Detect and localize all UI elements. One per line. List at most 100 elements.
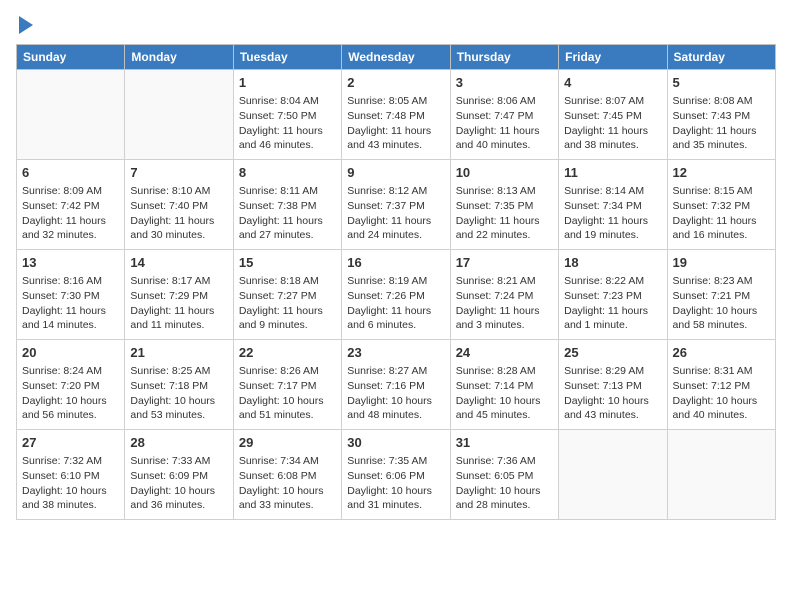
day-number: 26 [673,344,770,362]
calendar-week-4: 20Sunrise: 8:24 AMSunset: 7:20 PMDayligh… [17,340,776,430]
cell-info: Sunset: 6:09 PM [130,469,227,484]
cell-info: Sunrise: 8:23 AM [673,274,770,289]
cell-info: Daylight: 11 hours and 22 minutes. [456,214,553,243]
day-number: 2 [347,74,444,92]
day-number: 5 [673,74,770,92]
cell-info: Sunrise: 8:14 AM [564,184,661,199]
day-number: 12 [673,164,770,182]
calendar-cell: 8 Sunrise: 8:11 AMSunset: 7:38 PMDaylight… [233,160,341,250]
cell-info: Sunrise: 8:04 AM [239,94,336,109]
calendar-cell: 17Sunrise: 8:21 AMSunset: 7:24 PMDayligh… [450,250,558,340]
day-number: 19 [673,254,770,272]
cell-info: Daylight: 11 hours and 27 minutes. [239,214,336,243]
cell-info: Daylight: 11 hours and 30 minutes. [130,214,227,243]
cell-info: Daylight: 11 hours and 1 minute. [564,304,661,333]
calendar-cell: 14Sunrise: 8:17 AMSunset: 7:29 PMDayligh… [125,250,233,340]
cell-info: Sunset: 7:50 PM [239,109,336,124]
day-number: 16 [347,254,444,272]
cell-info: Sunrise: 8:10 AM [130,184,227,199]
calendar-table: SundayMondayTuesdayWednesdayThursdayFrid… [16,44,776,520]
cell-info: Sunset: 6:06 PM [347,469,444,484]
cell-info: Sunrise: 8:26 AM [239,364,336,379]
cell-info: Sunset: 7:14 PM [456,379,553,394]
cell-info: Daylight: 10 hours and 28 minutes. [456,484,553,513]
cell-info: Sunrise: 8:25 AM [130,364,227,379]
cell-info: Sunset: 7:40 PM [130,199,227,214]
day-number: 24 [456,344,553,362]
cell-info: Daylight: 10 hours and 38 minutes. [22,484,119,513]
day-number: 6 [22,164,119,182]
cell-info: Sunrise: 8:07 AM [564,94,661,109]
day-number: 7 [130,164,227,182]
calendar-cell: 28Sunrise: 7:33 AMSunset: 6:09 PMDayligh… [125,430,233,520]
calendar-cell: 2Sunrise: 8:05 AMSunset: 7:48 PMDaylight… [342,70,450,160]
day-number: 20 [22,344,119,362]
calendar-cell [559,430,667,520]
cell-info: Sunset: 7:12 PM [673,379,770,394]
calendar-cell: 20Sunrise: 8:24 AMSunset: 7:20 PMDayligh… [17,340,125,430]
cell-info: Sunrise: 8:13 AM [456,184,553,199]
cell-info: Daylight: 11 hours and 3 minutes. [456,304,553,333]
calendar-week-2: 6Sunrise: 8:09 AMSunset: 7:42 PMDaylight… [17,160,776,250]
day-number: 14 [130,254,227,272]
day-number: 8 [239,164,336,182]
cell-info: Sunrise: 8:29 AM [564,364,661,379]
calendar-cell: 29Sunrise: 7:34 AMSunset: 6:08 PMDayligh… [233,430,341,520]
calendar-cell: 3Sunrise: 8:06 AMSunset: 7:47 PMDaylight… [450,70,558,160]
calendar-header-row: SundayMondayTuesdayWednesdayThursdayFrid… [17,45,776,70]
day-header-sunday: Sunday [17,45,125,70]
cell-info: Sunset: 6:08 PM [239,469,336,484]
cell-info: Daylight: 11 hours and 40 minutes. [456,124,553,153]
cell-info: Daylight: 10 hours and 36 minutes. [130,484,227,513]
cell-info: Daylight: 11 hours and 38 minutes. [564,124,661,153]
cell-info: Sunrise: 8:11 AM [239,184,336,199]
day-number: 29 [239,434,336,452]
day-number: 13 [22,254,119,272]
calendar-cell: 4Sunrise: 8:07 AMSunset: 7:45 PMDaylight… [559,70,667,160]
cell-info: Sunrise: 7:35 AM [347,454,444,469]
cell-info: Sunrise: 8:18 AM [239,274,336,289]
cell-info: Sunset: 7:29 PM [130,289,227,304]
day-number: 1 [239,74,336,92]
cell-info: Sunrise: 8:08 AM [673,94,770,109]
calendar-cell: 23Sunrise: 8:27 AMSunset: 7:16 PMDayligh… [342,340,450,430]
calendar-cell: 9Sunrise: 8:12 AMSunset: 7:37 PMDaylight… [342,160,450,250]
day-header-thursday: Thursday [450,45,558,70]
day-number: 27 [22,434,119,452]
cell-info: Sunset: 7:38 PM [239,199,336,214]
calendar-cell [125,70,233,160]
day-header-saturday: Saturday [667,45,775,70]
cell-info: Sunset: 7:37 PM [347,199,444,214]
cell-info: Sunrise: 8:17 AM [130,274,227,289]
cell-info: Sunrise: 8:16 AM [22,274,119,289]
calendar-cell: 15Sunrise: 8:18 AMSunset: 7:27 PMDayligh… [233,250,341,340]
cell-info: Sunrise: 8:24 AM [22,364,119,379]
logo-arrow-icon [19,16,33,34]
day-header-friday: Friday [559,45,667,70]
calendar-cell [17,70,125,160]
cell-info: Sunrise: 8:28 AM [456,364,553,379]
cell-info: Daylight: 10 hours and 53 minutes. [130,394,227,423]
cell-info: Daylight: 11 hours and 19 minutes. [564,214,661,243]
cell-info: Sunrise: 8:15 AM [673,184,770,199]
cell-info: Sunset: 7:17 PM [239,379,336,394]
calendar-cell: 21Sunrise: 8:25 AMSunset: 7:18 PMDayligh… [125,340,233,430]
calendar-cell: 10Sunrise: 8:13 AMSunset: 7:35 PMDayligh… [450,160,558,250]
cell-info: Sunrise: 8:22 AM [564,274,661,289]
cell-info: Sunset: 7:43 PM [673,109,770,124]
day-number: 28 [130,434,227,452]
calendar-cell [667,430,775,520]
cell-info: Daylight: 10 hours and 31 minutes. [347,484,444,513]
cell-info: Daylight: 10 hours and 48 minutes. [347,394,444,423]
cell-info: Sunset: 7:34 PM [564,199,661,214]
calendar-cell: 11Sunrise: 8:14 AMSunset: 7:34 PMDayligh… [559,160,667,250]
cell-info: Sunrise: 7:32 AM [22,454,119,469]
cell-info: Sunset: 7:27 PM [239,289,336,304]
cell-info: Daylight: 11 hours and 32 minutes. [22,214,119,243]
cell-info: Daylight: 11 hours and 6 minutes. [347,304,444,333]
cell-info: Sunrise: 7:36 AM [456,454,553,469]
cell-info: Sunrise: 8:09 AM [22,184,119,199]
cell-info: Daylight: 11 hours and 14 minutes. [22,304,119,333]
cell-info: Sunset: 7:23 PM [564,289,661,304]
cell-info: Sunrise: 8:12 AM [347,184,444,199]
